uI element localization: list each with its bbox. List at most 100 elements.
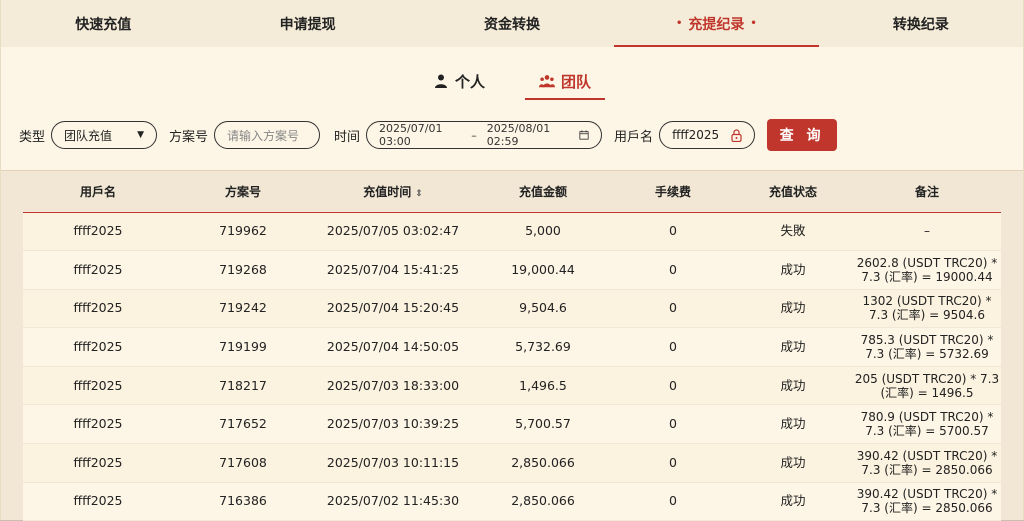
cell-user: ffff2025 — [23, 404, 173, 445]
note-line: 205 (USDT TRC20) * 7.3 — [854, 371, 1000, 386]
calendar-icon — [579, 130, 589, 140]
tab-quick-deposit[interactable]: 快速充值 — [1, 0, 205, 47]
dot-icon: • — [676, 18, 683, 29]
type-select-value: 团队充值 — [64, 128, 113, 143]
username-value: ffff2025 — [672, 128, 720, 142]
cell-status: 成功 — [733, 289, 853, 329]
note-line: 390.42 (USDT TRC20) * — [856, 448, 998, 463]
note-line: 1302 (USDT TRC20) * — [862, 294, 992, 309]
order-input[interactable]: 请输入方案号 — [214, 121, 321, 149]
type-label: 类型 — [19, 129, 46, 145]
cell-note: – — [853, 212, 1001, 252]
cell-amount: 2,850.066 — [473, 443, 613, 483]
note-line: 7.3 (汇率) = 2850.066 — [861, 501, 993, 516]
cell-time: 2025/07/05 03:02:47 — [313, 212, 473, 252]
column-header: 备注 — [853, 171, 1001, 213]
cell-time: 2025/07/03 10:39:25 — [313, 404, 473, 445]
subtab-personal[interactable]: 个人 — [419, 68, 499, 100]
cell-order: 719242 — [173, 289, 313, 329]
column-header: 手续费 — [613, 171, 733, 213]
cell-fee: 0 — [613, 327, 733, 367]
date-range-picker[interactable]: 2025/07/01 03:00 – 2025/08/01 02:59 — [366, 121, 603, 149]
table-row: ffff2025 718217 2025/07/03 18:33:00 1,49… — [23, 366, 1001, 406]
cell-note: 1302 (USDT TRC20) * 7.3 (汇率) = 9504.6 — [853, 289, 1001, 329]
note-line: 390.42 (USDT TRC20) * — [856, 487, 998, 502]
tab-fund-transfer[interactable]: 资金转换 — [410, 0, 614, 47]
time-label: 时间 — [334, 129, 361, 145]
caret-down-icon: ▼ — [137, 130, 145, 140]
cell-user: ffff2025 — [23, 289, 173, 329]
tab-label: 快速充值 — [75, 16, 132, 33]
top-tab-bar: 快速充值 申请提现 资金转换 • 充提纪录 • 转换纪录 — [1, 0, 1023, 47]
cell-fee: 0 — [613, 289, 733, 329]
cell-note: 2602.8 (USDT TRC20) * 7.3 (汇率) = 19000.44 — [853, 250, 1001, 290]
subtab-team[interactable]: 团队 — [525, 68, 606, 100]
dot-icon: • — [750, 18, 757, 29]
cell-user: ffff2025 — [23, 443, 173, 483]
cell-amount: 5,000 — [473, 212, 613, 252]
order-input-placeholder: 请输入方案号 — [227, 128, 300, 143]
cell-time: 2025/07/04 15:41:25 — [313, 250, 473, 290]
note-line: 7.3 (汇率) = 5732.69 — [865, 347, 989, 362]
column-header-label: 充值时间 — [363, 184, 412, 199]
filter-bar: 类型 团队充值 ▼ 方案号 请输入方案号 时间 2025/07/01 03:00… — [19, 119, 838, 151]
order-label: 方案号 — [169, 129, 209, 145]
subtab-label: 团队 — [561, 72, 592, 91]
date-start: 2025/07/01 03:00 — [379, 122, 443, 148]
tab-label: 充提纪录 — [688, 16, 745, 33]
note-line: 7.3 (汇率) = 2850.066 — [861, 462, 993, 477]
date-separator: – — [471, 128, 477, 142]
cell-fee: 0 — [613, 366, 733, 406]
cell-time: 2025/07/03 18:33:00 — [313, 366, 473, 406]
cell-order: 719199 — [173, 327, 313, 367]
note-line: 7.3 (汇率) = 9504.6 — [869, 308, 985, 323]
tab-withdraw[interactable]: 申请提现 — [205, 0, 409, 47]
table-row: ffff2025 717608 2025/07/03 10:11:15 2,85… — [23, 443, 1001, 483]
table-body: ffff2025 719962 2025/07/05 03:02:47 5,00… — [23, 212, 1001, 521]
query-button[interactable]: 查 询 — [767, 119, 838, 151]
cell-fee: 0 — [613, 443, 733, 483]
note-line: (汇率) = 1496.5 — [880, 385, 974, 400]
cell-status: 成功 — [733, 366, 853, 406]
cell-note: 390.42 (USDT TRC20) * 7.3 (汇率) = 2850.066 — [853, 443, 1001, 483]
cell-amount: 5,732.69 — [473, 327, 613, 367]
cell-note: 780.9 (USDT TRC20) * 7.3 (汇率) = 5700.57 — [853, 404, 1001, 445]
cell-order: 718217 — [173, 366, 313, 406]
table-row: ffff2025 717652 2025/07/03 10:39:25 5,70… — [23, 404, 1001, 445]
cell-fee: 0 — [613, 212, 733, 252]
cell-status: 成功 — [733, 482, 853, 521]
page-frame: 快速充值 申请提现 资金转换 • 充提纪录 • 转换纪录 个人 团队 类型 团队… — [0, 0, 1024, 521]
cell-note: 205 (USDT TRC20) * 7.3 (汇率) = 1496.5 — [853, 366, 1001, 406]
cell-status: 成功 — [733, 443, 853, 483]
cell-time: 2025/07/04 14:50:05 — [313, 327, 473, 367]
table-row: ffff2025 719242 2025/07/04 15:20:45 9,50… — [23, 289, 1001, 329]
tab-deposit-withdraw-records[interactable]: • 充提纪录 • — [614, 0, 820, 47]
cell-order: 716386 — [173, 482, 313, 521]
table-row: ffff2025 719268 2025/07/04 15:41:25 19,0… — [23, 250, 1001, 290]
tab-transfer-records[interactable]: 转换纪录 — [819, 0, 1023, 47]
username-input[interactable]: ffff2025 — [659, 121, 756, 149]
cell-fee: 0 — [613, 404, 733, 445]
cell-user: ffff2025 — [23, 327, 173, 367]
cell-order: 717608 — [173, 443, 313, 483]
group-icon — [539, 75, 555, 88]
cell-status: 失敗 — [733, 212, 853, 252]
column-header: 方案号 — [173, 171, 313, 213]
lock-icon — [731, 128, 742, 142]
note-line: 780.9 (USDT TRC20) * — [860, 410, 994, 425]
user-label: 用戶名 — [614, 129, 654, 145]
cell-note: 390.42 (USDT TRC20) * 7.3 (汇率) = 2850.066 — [853, 482, 1001, 521]
cell-order: 719268 — [173, 250, 313, 290]
column-header-sortable[interactable]: 充值时间 ⇕ — [313, 171, 473, 213]
note-line: 7.3 (汇率) = 19000.44 — [861, 269, 993, 284]
table-row: ffff2025 719199 2025/07/04 14:50:05 5,73… — [23, 327, 1001, 367]
cell-fee: 0 — [613, 482, 733, 521]
sub-tab-bar: 个人 团队 — [1, 68, 1023, 100]
table-row: ffff2025 716386 2025/07/02 11:45:30 2,85… — [23, 482, 1001, 521]
type-select[interactable]: 团队充值 ▼ — [51, 121, 158, 149]
cell-time: 2025/07/04 15:20:45 — [313, 289, 473, 329]
cell-status: 成功 — [733, 404, 853, 445]
sort-icon[interactable]: ⇕ — [415, 189, 423, 199]
cell-amount: 9,504.6 — [473, 289, 613, 329]
cell-amount: 2,850.066 — [473, 482, 613, 521]
